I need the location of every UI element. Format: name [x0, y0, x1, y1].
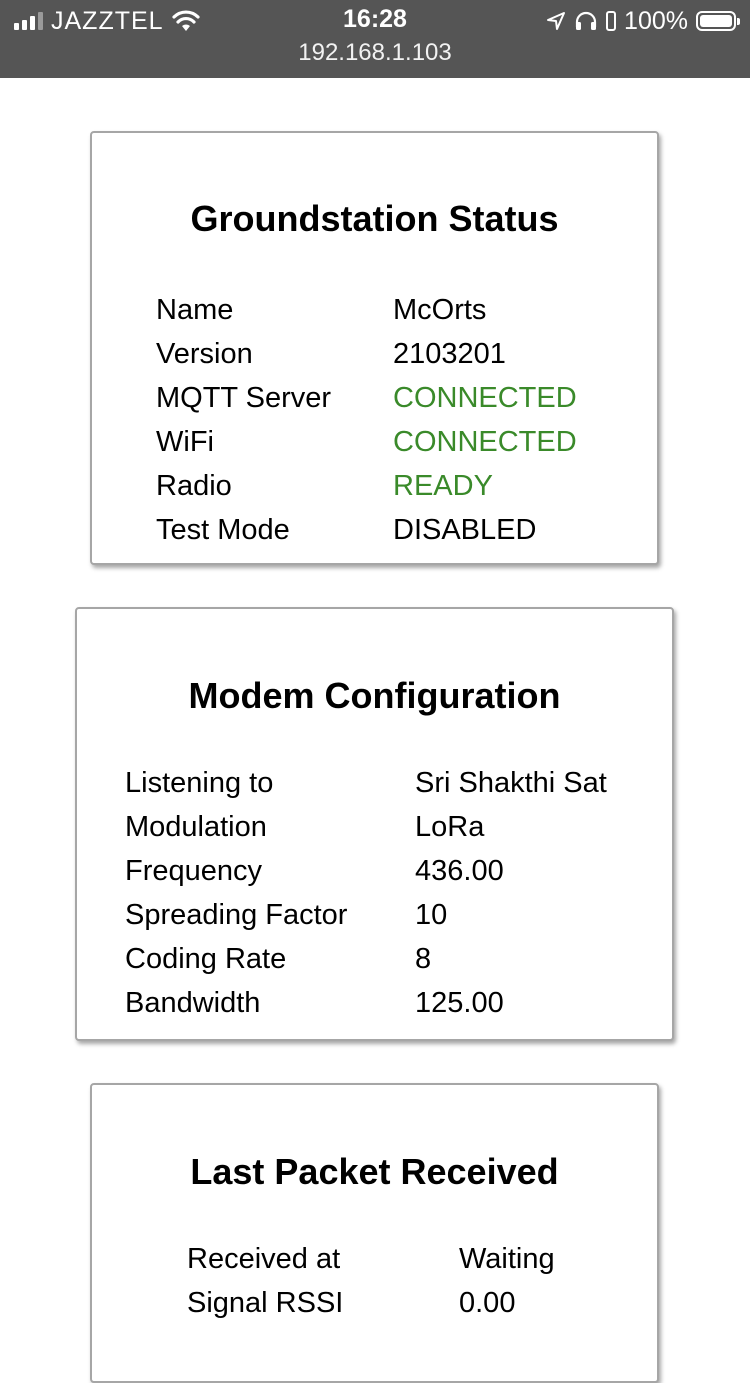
row-spreading-factor: Spreading Factor 10 [125, 893, 607, 937]
row-value: LoRa [415, 811, 485, 843]
row-value: Sri Shakthi Sat [415, 767, 607, 799]
row-name: Name McOrts [156, 288, 577, 332]
row-listening-to: Listening to Sri Shakthi Sat [125, 761, 607, 805]
row-label: Name [156, 294, 234, 326]
modem-configuration-card: Modem Configuration Listening to Sri Sha… [75, 607, 674, 1041]
packet-table: Received at Waiting Signal RSSI 0.00 [187, 1237, 555, 1325]
row-value: Waiting [459, 1243, 555, 1275]
row-frequency: Frequency 436.00 [125, 849, 607, 893]
row-radio: Radio READY [156, 464, 577, 508]
row-coding-rate: Coding Rate 8 [125, 937, 607, 981]
card-title: Modem Configuration [188, 675, 561, 716]
modem-table: Listening to Sri Shakthi Sat Modulation … [125, 761, 607, 1025]
row-value: 0.00 [459, 1287, 516, 1319]
row-value-status: CONNECTED [393, 382, 577, 414]
groundstation-status-card: Groundstation Status Name McOrts Version… [90, 131, 659, 565]
row-label: MQTT Server [156, 382, 332, 414]
row-label: Test Mode [156, 514, 290, 546]
address-bar-url[interactable]: 192.168.1.103 [0, 39, 750, 67]
row-value: 436.00 [415, 855, 504, 887]
row-value: 2103201 [393, 338, 506, 370]
row-label: Spreading Factor [125, 899, 348, 931]
row-value: DISABLED [393, 514, 537, 546]
row-label: WiFi [156, 426, 214, 458]
rotation-lock-icon [606, 11, 617, 31]
row-label: Modulation [125, 811, 267, 843]
row-received-at: Received at Waiting [187, 1237, 555, 1281]
row-value: McOrts [393, 294, 487, 326]
row-label: Signal RSSI [187, 1287, 344, 1319]
row-label: Frequency [125, 855, 263, 887]
row-label: Coding Rate [125, 943, 287, 975]
card-title: Groundstation Status [190, 198, 559, 239]
status-table: Name McOrts Version 2103201 MQTT Server … [156, 288, 577, 552]
headphones-icon [575, 11, 597, 30]
row-modulation: Modulation LoRa [125, 805, 607, 849]
last-packet-card: Last Packet Received Received at Waiting… [90, 1083, 659, 1383]
row-value-status: CONNECTED [393, 426, 577, 458]
row-value-status: READY [393, 470, 493, 502]
row-label: Version [156, 338, 253, 370]
row-value: 10 [415, 899, 448, 931]
row-value: 8 [415, 943, 432, 975]
row-label: Bandwidth [125, 987, 261, 1019]
row-bandwidth: Bandwidth 125.00 [125, 981, 607, 1025]
card-title: Last Packet Received [190, 1151, 559, 1192]
battery-percent: 100% [624, 6, 688, 35]
row-wifi: WiFi CONNECTED [156, 420, 577, 464]
status-bar-right: 100% [546, 6, 740, 36]
row-version: Version 2103201 [156, 332, 577, 376]
row-test-mode: Test Mode DISABLED [156, 508, 577, 552]
row-value: 125.00 [415, 987, 504, 1019]
row-mqtt-server: MQTT Server CONNECTED [156, 376, 577, 420]
row-label: Listening to [125, 767, 274, 799]
status-bar: JAZZTEL 16:28 192.168.1.103 100% [0, 0, 750, 78]
battery-icon [696, 11, 740, 31]
row-label: Radio [156, 470, 232, 502]
row-signal-rssi: Signal RSSI 0.00 [187, 1281, 555, 1325]
location-arrow-icon [547, 12, 566, 30]
row-label: Received at [187, 1243, 341, 1275]
